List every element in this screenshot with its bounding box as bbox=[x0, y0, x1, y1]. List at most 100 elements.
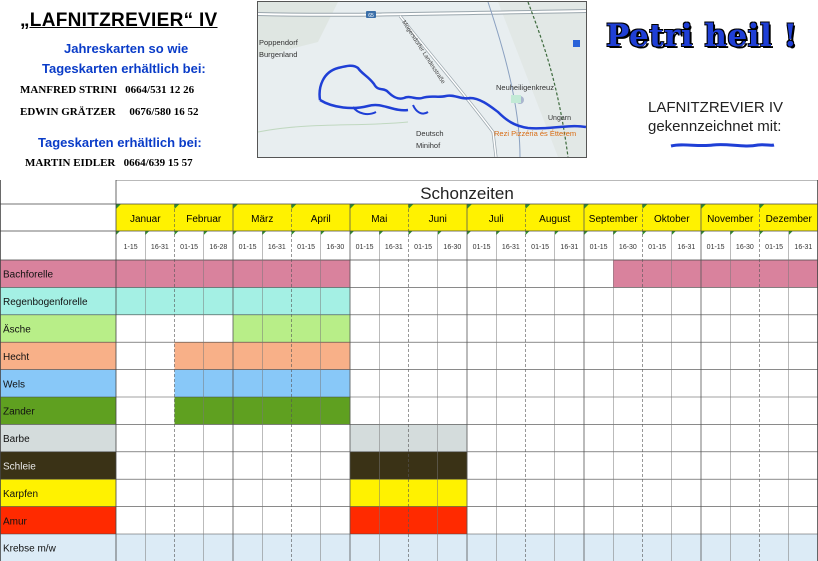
half-month-label: 1-15 bbox=[124, 244, 138, 251]
closed-season-cell bbox=[145, 534, 175, 561]
closed-season-cell bbox=[613, 534, 643, 561]
closed-season-cell bbox=[408, 534, 439, 561]
table-title: Schonzeiten bbox=[420, 184, 514, 203]
contact-eidler: MARTIN EIDLER 0664/639 15 57 bbox=[25, 157, 193, 169]
species-name: Regenbogenforelle bbox=[3, 297, 88, 308]
closed-season-cell bbox=[116, 534, 146, 561]
cell-marker bbox=[759, 231, 764, 235]
closed-season-cell bbox=[262, 342, 292, 370]
closed-season-cell bbox=[788, 534, 818, 561]
closed-season-cell bbox=[701, 534, 731, 561]
half-month-label: 16-28 bbox=[209, 244, 227, 251]
closed-season-cell bbox=[203, 369, 234, 397]
closed-season-cell bbox=[759, 260, 790, 288]
closed-season-cell bbox=[174, 260, 205, 288]
closed-season-cell bbox=[584, 534, 614, 561]
closed-season-cell bbox=[642, 260, 673, 288]
half-month-label: 01-15 bbox=[180, 244, 198, 251]
closed-season-cell bbox=[408, 506, 439, 534]
closed-season-cell bbox=[262, 287, 292, 315]
closed-season-cell bbox=[116, 287, 146, 315]
marker-line-2: gekennzeichnet mit: bbox=[648, 118, 782, 135]
month-label: Oktober bbox=[654, 214, 690, 225]
info-line-2: Tageskarten erhältlich bei: bbox=[42, 61, 206, 76]
header-info: „LAFNITZREVIER“ IV Jahreskarten so wie T… bbox=[0, 0, 250, 178]
species-name: Hecht bbox=[3, 352, 29, 363]
contact-graetzer: EDWIN GRÄTZER 0676/580 16 52 bbox=[20, 106, 199, 118]
map-label-neuheiligenkreuz: Neuheiligenkreuz bbox=[496, 83, 554, 92]
map-label-burgenland: Burgenland bbox=[259, 50, 297, 59]
species-name: Zander bbox=[3, 407, 35, 418]
month-label: Dezember bbox=[766, 214, 813, 225]
closed-season-cell bbox=[788, 260, 818, 288]
cell-marker bbox=[584, 231, 588, 235]
closed-season-cell bbox=[145, 287, 175, 315]
closed-season-cell bbox=[233, 342, 263, 370]
cell-marker bbox=[467, 231, 471, 235]
closed-season-cell bbox=[730, 534, 760, 561]
month-label: März bbox=[251, 214, 273, 225]
half-month-label: 16-30 bbox=[443, 244, 461, 251]
month-label: September bbox=[589, 214, 639, 225]
marker-line-1: LAFNITZREVIER IV bbox=[648, 99, 784, 116]
closed-season-cell bbox=[701, 260, 731, 288]
closed-season-cell bbox=[350, 451, 380, 480]
closed-season-cell bbox=[613, 260, 643, 288]
closed-season-cell bbox=[320, 260, 351, 288]
closed-season-cell bbox=[262, 369, 292, 397]
info-line-1: Jahreskarten so wie bbox=[64, 41, 189, 56]
closed-season-cell bbox=[437, 451, 468, 480]
half-month-label: 01-15 bbox=[707, 244, 725, 251]
half-month-label: 16-31 bbox=[151, 244, 169, 251]
closed-season-cell bbox=[291, 287, 322, 315]
cell-marker bbox=[174, 231, 179, 235]
closed-season-cell bbox=[291, 342, 322, 370]
cell-marker bbox=[701, 231, 705, 235]
species-name: Krebse m/w bbox=[3, 544, 57, 555]
contact-strini: MANFRED STRINI 0664/531 12 26 bbox=[20, 84, 195, 96]
closed-season-cell bbox=[759, 534, 790, 561]
closed-season-cell bbox=[174, 342, 205, 370]
closed-season-cell bbox=[525, 534, 556, 561]
blue-marker-icon bbox=[670, 143, 775, 148]
closed-season-cell bbox=[174, 534, 205, 561]
closed-season-cell bbox=[320, 314, 351, 343]
closed-season-cell bbox=[203, 342, 234, 370]
closed-season-cell bbox=[408, 451, 439, 480]
closed-season-cell bbox=[554, 534, 585, 561]
cell-marker bbox=[379, 231, 384, 235]
half-month-label: 16-31 bbox=[268, 244, 286, 251]
closed-season-cell bbox=[291, 260, 322, 288]
closed-season-cell bbox=[174, 369, 205, 397]
map-route-label: 65 bbox=[368, 13, 374, 19]
month-label: November bbox=[707, 214, 754, 225]
closed-season-cell bbox=[350, 506, 380, 534]
month-label: Februar bbox=[186, 214, 222, 225]
closed-season-cell bbox=[262, 314, 292, 343]
cell-marker bbox=[788, 231, 793, 235]
map-graphic: 65 Poppendorf Burgenland Mogersdorfer La… bbox=[258, 2, 586, 157]
cell-marker bbox=[116, 231, 120, 235]
closed-season-cell bbox=[262, 534, 292, 561]
species-name: Schleie bbox=[3, 462, 36, 473]
closed-season-cell bbox=[730, 260, 760, 288]
species-name: Amur bbox=[3, 516, 28, 527]
closed-season-cell bbox=[379, 534, 409, 561]
closed-season-cell bbox=[350, 424, 380, 452]
half-month-label: 16-31 bbox=[385, 244, 403, 251]
map: 65 Poppendorf Burgenland Mogersdorfer La… bbox=[257, 1, 587, 158]
species-name: Bachforelle bbox=[3, 270, 53, 281]
closed-season-cell bbox=[408, 424, 439, 452]
half-month-label: 16-30 bbox=[619, 244, 637, 251]
closed-season-cell bbox=[233, 287, 263, 315]
closed-season-cell bbox=[203, 397, 234, 425]
half-month-label: 01-15 bbox=[590, 244, 608, 251]
cell-marker bbox=[525, 231, 530, 235]
map-label-deutsch: Deutsch bbox=[416, 129, 444, 138]
closed-season-cell bbox=[467, 534, 497, 561]
cell-marker bbox=[203, 231, 208, 235]
closed-season-cell bbox=[379, 451, 409, 480]
closed-season-cell bbox=[174, 397, 205, 425]
greeting: Petri heil ! bbox=[606, 18, 798, 54]
closed-season-cell bbox=[320, 342, 351, 370]
